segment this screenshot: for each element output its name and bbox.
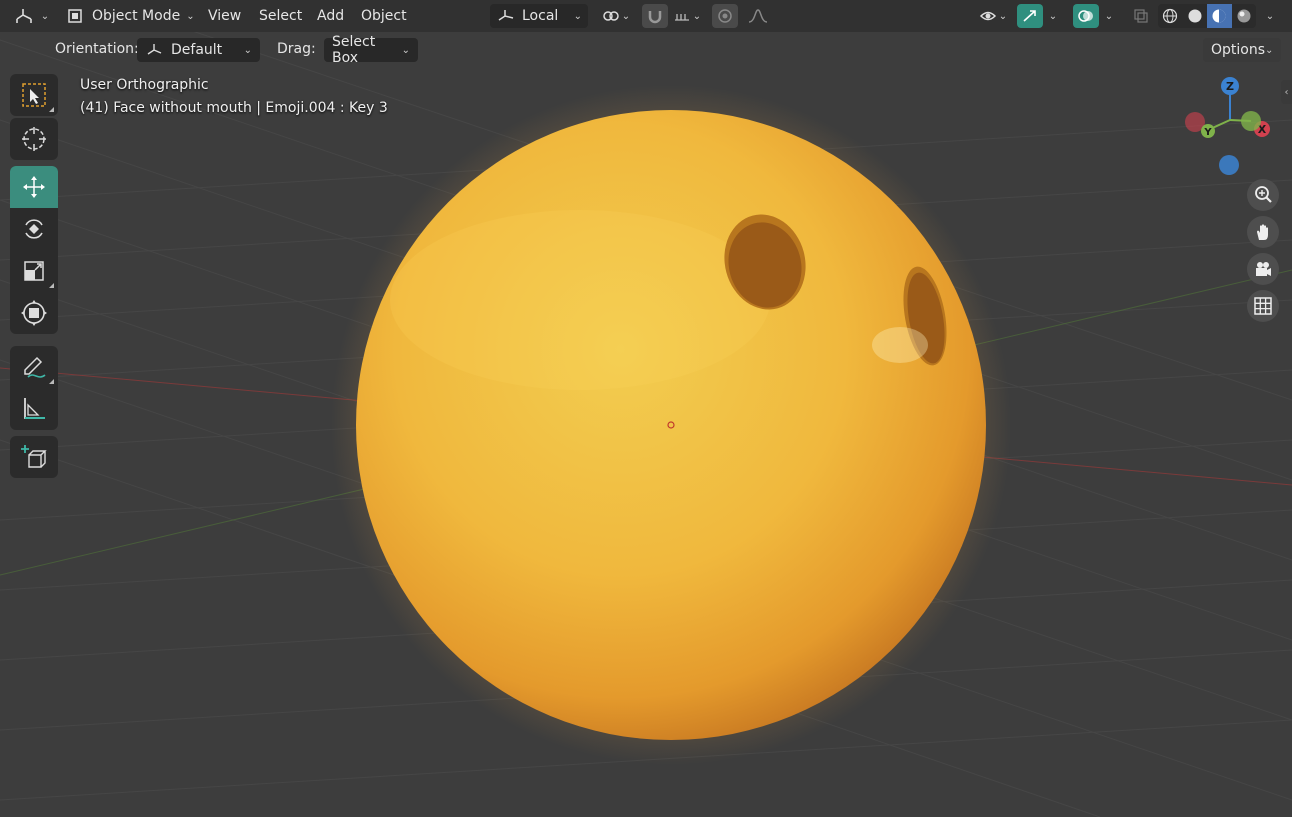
falloff-curve-icon: [748, 9, 768, 23]
sidebar-toggle[interactable]: ‹: [1281, 80, 1292, 104]
zoom-button[interactable]: [1247, 179, 1279, 211]
transform-space-label: Local: [522, 8, 559, 24]
select-box-icon: [22, 83, 46, 107]
zoom-icon: [1255, 186, 1272, 203]
move-icon: [23, 176, 45, 198]
toolbar-cursor-group: [10, 118, 58, 160]
drag-label: Drag:: [277, 41, 316, 57]
ortho-toggle-button[interactable]: [1247, 290, 1279, 322]
emoji-sphere: [356, 110, 986, 740]
tool-add-cube[interactable]: [10, 436, 58, 478]
snap-target-dropdown[interactable]: ⌄: [668, 4, 706, 28]
viewport-scene[interactable]: [0, 0, 1292, 817]
editor-type-button[interactable]: ⌄: [12, 4, 50, 28]
wireframe-icon: [1163, 8, 1178, 24]
link-icon: [603, 11, 619, 21]
shading-dropdown[interactable]: ⌄: [1260, 4, 1280, 28]
camera-icon: [1256, 262, 1271, 276]
object-mode-icon: [68, 9, 82, 23]
pan-button[interactable]: [1247, 216, 1279, 248]
tool-cursor[interactable]: [10, 118, 58, 160]
tool-transform[interactable]: [10, 292, 58, 334]
options-label: Options: [1211, 42, 1266, 58]
menu-view[interactable]: View: [200, 4, 249, 28]
gizmo-neg-z[interactable]: [1219, 155, 1239, 175]
snap-increment-icon: [674, 14, 689, 21]
view-name: User Orthographic: [80, 77, 209, 93]
orientation-icon: [147, 44, 162, 55]
pivot-point-button[interactable]: ⌄: [598, 4, 634, 28]
transform-icon: [21, 300, 47, 326]
tool-measure[interactable]: [10, 388, 58, 430]
proportional-editing-toggle[interactable]: [712, 4, 738, 28]
tool-move[interactable]: [10, 166, 58, 208]
scale-icon: [24, 261, 44, 281]
rendered-shading-button[interactable]: [1232, 4, 1257, 28]
toolbar-add-group: [10, 436, 58, 478]
gizmo-dropdown[interactable]: ⌄: [1043, 4, 1063, 28]
hand-icon: [1257, 224, 1268, 240]
falloff-dropdown[interactable]: [740, 4, 776, 28]
snap-toggle[interactable]: [642, 4, 668, 28]
viewport-header: ⌄ Object Mode ⌄ View Select Add Object L…: [0, 0, 1292, 32]
solid-icon: [1188, 9, 1202, 23]
menu-add[interactable]: Add: [309, 4, 352, 28]
xray-icon: [1134, 9, 1148, 23]
drag-value: Select Box: [332, 34, 376, 66]
toolbar-select-group: [10, 74, 58, 116]
3d-viewport-icon: [15, 9, 32, 23]
gizmo-y-label: Y: [1203, 127, 1212, 138]
menu-object[interactable]: Object: [353, 4, 415, 28]
overlays-icon: [1078, 10, 1093, 22]
wireframe-shading-button[interactable]: [1158, 4, 1183, 28]
3d-viewport[interactable]: ⌄ Object Mode ⌄ View Select Add Object L…: [0, 0, 1292, 817]
orientation-label: Orientation:: [55, 41, 139, 57]
add-cube-icon: [21, 445, 47, 468]
rendered-icon: [1237, 9, 1251, 23]
gizmo-z-label: Z: [1226, 80, 1234, 93]
tool-scale[interactable]: [10, 250, 58, 292]
rotate-icon: [25, 219, 43, 239]
object-info: (41) Face without mouth | Emoji.004 : Ke…: [80, 100, 388, 116]
toolbar-annotate-group: [10, 346, 58, 430]
magnet-icon: [648, 11, 662, 24]
cursor-icon: [22, 127, 46, 151]
visibility-dropdown[interactable]: ⌄: [975, 4, 1011, 28]
measure-icon: [24, 398, 45, 419]
overlays-dropdown[interactable]: ⌄: [1099, 4, 1119, 28]
gizmo-toggle[interactable]: [1017, 4, 1043, 28]
orientation-value: Default: [171, 42, 223, 58]
transform-orientation-dropdown[interactable]: Local ⌄: [490, 4, 588, 28]
material-preview-icon: [1212, 9, 1226, 23]
grid-icon: [1254, 297, 1272, 315]
gizmo-icon: [1023, 10, 1036, 22]
shading-mode-group[interactable]: [1158, 4, 1256, 28]
solid-shading-button[interactable]: [1183, 4, 1208, 28]
transform-space-icon: [498, 10, 514, 21]
proportional-editing-icon: [718, 9, 732, 23]
overlays-toggle[interactable]: [1073, 4, 1099, 28]
gizmo-neg-y[interactable]: [1241, 111, 1261, 131]
annotate-icon: [24, 356, 46, 378]
drag-dropdown[interactable]: Select Box ⌄: [324, 34, 418, 66]
options-dropdown[interactable]: Options ⌄: [1203, 38, 1281, 62]
camera-view-button[interactable]: [1247, 253, 1279, 285]
navigation-gizmo[interactable]: X Y Z: [1180, 72, 1280, 182]
material-preview-shading-button[interactable]: [1207, 4, 1232, 28]
mode-label: Object Mode: [92, 8, 181, 24]
xray-toggle[interactable]: [1128, 4, 1154, 28]
tool-select-box[interactable]: [10, 74, 58, 116]
orientation-dropdown[interactable]: Default ⌄: [137, 38, 260, 62]
tool-annotate[interactable]: [10, 346, 58, 388]
tool-rotate[interactable]: [10, 208, 58, 250]
mode-dropdown[interactable]: Object Mode ⌄: [60, 4, 201, 28]
chevron-left-icon: ‹: [1284, 86, 1289, 98]
menu-select[interactable]: Select: [251, 4, 310, 28]
toolbar-transform-group: [10, 166, 58, 334]
eye-icon: [979, 11, 996, 21]
